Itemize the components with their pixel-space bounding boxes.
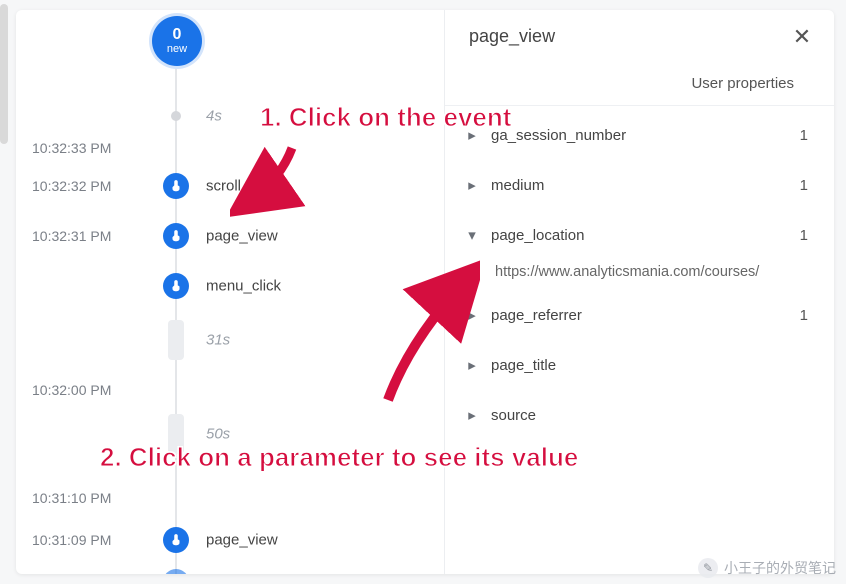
parameter-row[interactable]: ▸ ga_session_number 1 bbox=[455, 110, 824, 160]
chevron-right-icon: ▸ bbox=[465, 176, 479, 194]
timeline-event-row[interactable]: 10:32:31 PM page_view bbox=[16, 216, 444, 256]
new-events-count: 0 bbox=[152, 27, 202, 43]
timeline-event-row[interactable]: 10:32:32 PM scroll bbox=[16, 166, 444, 206]
touch-icon bbox=[163, 173, 189, 199]
timeline-time: 10:32:00 PM bbox=[32, 382, 142, 398]
timeline-event-label: page_view bbox=[206, 532, 278, 549]
new-events-label: new bbox=[152, 43, 202, 55]
parameter-count: 1 bbox=[800, 177, 814, 194]
parameter-row[interactable]: ▸ source bbox=[455, 390, 824, 440]
timeline-gap-label: 31s bbox=[206, 332, 230, 349]
scrollbar-hint bbox=[0, 4, 8, 144]
timeline-time: 10:32:31 PM bbox=[32, 228, 142, 244]
touch-icon bbox=[163, 273, 189, 299]
timeline-gap-bar bbox=[168, 320, 184, 360]
timeline-event-row[interactable]: menu_click bbox=[16, 266, 444, 306]
timeline-event-label: scroll bbox=[206, 178, 241, 195]
timeline-event-label: page_view bbox=[206, 228, 278, 245]
new-events-bubble[interactable]: 0 new bbox=[152, 16, 202, 66]
chevron-right-icon: ▸ bbox=[465, 126, 479, 144]
watermark-text: 小王子的外贸笔记 bbox=[724, 558, 836, 578]
parameter-name: source bbox=[491, 407, 814, 424]
watermark: ✎ 小王子的外贸笔记 bbox=[698, 558, 836, 578]
parameter-row[interactable]: ▸ page_referrer 1 bbox=[455, 290, 824, 340]
timeline-time: 10:32:32 PM bbox=[32, 178, 142, 194]
parameter-name: ga_session_number bbox=[491, 127, 800, 144]
timeline-time: 10:31:10 PM bbox=[32, 490, 142, 506]
parameter-name: page_location bbox=[491, 227, 800, 244]
chevron-right-icon: ▸ bbox=[465, 356, 479, 374]
parameter-row[interactable]: ▾ page_location 1 bbox=[455, 210, 824, 260]
timeline-time-row: 10:32:00 PM bbox=[16, 370, 444, 410]
parameter-row[interactable]: ▸ medium 1 bbox=[455, 160, 824, 210]
touch-icon bbox=[163, 527, 189, 553]
watermark-icon: ✎ bbox=[698, 558, 718, 578]
parameter-count: 1 bbox=[800, 227, 814, 244]
event-details-pane: page_view ✕ User properties ▸ ga_session… bbox=[444, 10, 834, 574]
timeline-event-label: menu_click bbox=[206, 278, 281, 295]
touch-icon bbox=[163, 569, 189, 574]
parameter-list: ▸ ga_session_number 1 ▸ medium 1 ▾ page_… bbox=[445, 106, 834, 440]
timeline-time: 10:32:33 PM bbox=[32, 140, 142, 156]
timeline-gap-label: 50s bbox=[206, 426, 230, 443]
parameter-count: 1 bbox=[800, 307, 814, 324]
timeline-gap-row: 50s bbox=[16, 414, 444, 454]
timeline-gap-row: 31s bbox=[16, 320, 444, 360]
parameter-name: page_title bbox=[491, 357, 814, 374]
event-details-title: page_view bbox=[469, 26, 555, 47]
timeline-event-row[interactable]: 10:31:09 PM page_view bbox=[16, 520, 444, 560]
details-tabs: User properties bbox=[445, 69, 834, 106]
timeline-pane: 0 new 4s 10:32:33 PM 10:32:32 PM scroll … bbox=[16, 10, 444, 574]
chevron-down-icon: ▾ bbox=[465, 226, 479, 244]
parameter-row[interactable]: ▸ page_title bbox=[455, 340, 824, 390]
parameter-name: medium bbox=[491, 177, 800, 194]
chevron-right-icon: ▸ bbox=[465, 406, 479, 424]
timeline-gap-bar bbox=[168, 414, 184, 454]
timeline-small-dot bbox=[171, 111, 181, 121]
parameter-value: https://www.analyticsmania.com/courses/ bbox=[455, 260, 824, 290]
parameter-name: page_referrer bbox=[491, 307, 800, 324]
timeline-gap-label: 4s bbox=[206, 108, 222, 125]
parameter-count: 1 bbox=[800, 127, 814, 144]
touch-icon bbox=[163, 223, 189, 249]
timeline-time: 10:31:09 PM bbox=[32, 532, 142, 548]
debug-card: 0 new 4s 10:32:33 PM 10:32:32 PM scroll … bbox=[16, 10, 834, 574]
tab-user-properties[interactable]: User properties bbox=[675, 69, 810, 105]
close-icon[interactable]: ✕ bbox=[792, 27, 812, 47]
timeline-event-label: user_engagement bbox=[206, 574, 327, 575]
timeline-time-row: 10:31:10 PM bbox=[16, 478, 444, 518]
chevron-right-icon: ▸ bbox=[465, 306, 479, 324]
timeline-time-row: 10:32:33 PM bbox=[16, 128, 444, 168]
timeline-event-row[interactable]: user_engagement bbox=[16, 562, 444, 574]
